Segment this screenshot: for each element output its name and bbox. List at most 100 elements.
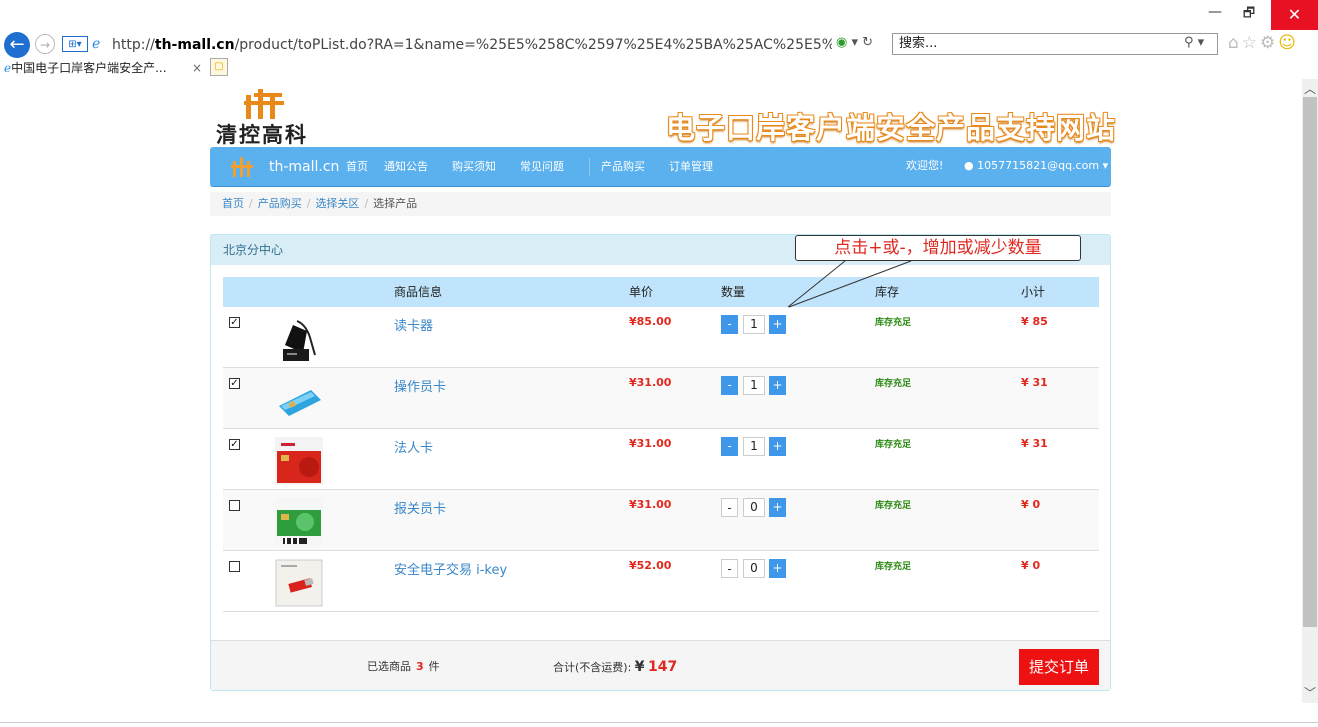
- decrease-button[interactable]: -: [721, 376, 738, 395]
- scrollbar-thumb[interactable]: [1303, 97, 1317, 627]
- compatibility-view-button[interactable]: ⊞▾: [62, 36, 88, 52]
- order-summary-bar: 已选商品 3 件 合计(不含运费): ¥ 147 提交订单: [211, 640, 1110, 690]
- url-scheme: http://: [112, 37, 155, 53]
- table-header: 商品信息 单价 数量 库存 小计: [223, 277, 1099, 307]
- product-name[interactable]: 操作员卡: [394, 376, 446, 395]
- customs-declarer-card-image: [275, 498, 323, 546]
- decrease-button[interactable]: -: [721, 437, 738, 456]
- ie-page-icon: ℯ: [92, 36, 101, 52]
- dropdown-icon[interactable]: ▾: [851, 35, 858, 50]
- header-quantity: 数量: [721, 285, 746, 299]
- selected-unit: 件: [428, 660, 440, 673]
- total-amount: 147: [648, 659, 678, 675]
- increase-button[interactable]: +: [769, 315, 786, 334]
- nav-brand[interactable]: th-mall.cn: [269, 147, 339, 187]
- address-tools[interactable]: ◉ ▾ ↻: [836, 35, 873, 50]
- nav-item-buy-products[interactable]: 产品购买: [601, 147, 645, 187]
- user-icon: ●: [964, 159, 974, 172]
- row-subtotal: ¥ 0: [1021, 498, 1041, 511]
- forward-arrow-icon: →: [39, 38, 51, 52]
- row-subtotal: ¥ 31: [1021, 437, 1048, 450]
- header-stock: 库存: [875, 285, 900, 299]
- increase-button[interactable]: +: [769, 559, 786, 578]
- table-row: 报关员卡 ¥31.00 - 0 + 库存充足 ¥ 0: [223, 490, 1099, 551]
- decrease-button[interactable]: -: [721, 559, 738, 578]
- row-checkbox[interactable]: [229, 500, 240, 511]
- nav-item-faq[interactable]: 常见问题: [520, 147, 564, 187]
- nav-item-orders[interactable]: 订单管理: [669, 147, 713, 187]
- unit-price: ¥85.00: [629, 315, 672, 328]
- unit-price: ¥52.00: [629, 559, 672, 572]
- currency-symbol: ¥: [634, 659, 645, 675]
- browser-chrome: — 🗗 ✕ ← → ⊞▾ ℯ http://th-mall.cn/product…: [0, 0, 1318, 79]
- row-checkbox[interactable]: ✓: [229, 317, 240, 328]
- product-name[interactable]: 报关员卡: [394, 498, 446, 517]
- toolbar-icons: ⌂☆⚙☺: [1228, 33, 1299, 53]
- table-row: ✓ 操作员卡 ¥31.00 - 1 + 库存充足 ¥ 31: [223, 368, 1099, 429]
- product-name[interactable]: 安全电子交易 i-key: [394, 559, 507, 578]
- navbar: th-mall.cn 首页 通知公告 购买须知 常见问题 产品购买 订单管理 欢…: [210, 147, 1111, 187]
- feedback-smiley-icon[interactable]: ☺: [1278, 33, 1299, 53]
- site-icon: ◉: [836, 35, 848, 50]
- tab-title: 中国电子口岸客户端安全产...: [11, 61, 167, 75]
- new-tab-button[interactable]: ▢: [210, 58, 228, 76]
- product-name[interactable]: 读卡器: [394, 315, 433, 334]
- restore-button[interactable]: 🗗: [1234, 4, 1264, 26]
- product-name[interactable]: 法人卡: [394, 437, 433, 456]
- legal-person-card-image: [275, 437, 323, 485]
- back-button[interactable]: ←: [4, 32, 30, 58]
- nav-item-purchase-notes[interactable]: 购买须知: [452, 147, 496, 187]
- vertical-scrollbar[interactable]: ︿ ﹀: [1302, 79, 1318, 703]
- site-logo[interactable]: 清控高科: [216, 85, 316, 147]
- row-checkbox[interactable]: [229, 561, 240, 572]
- breadcrumb: 首页 / 产品购买 / 选择关区 / 选择产品: [210, 192, 1111, 216]
- forward-button[interactable]: →: [35, 34, 55, 54]
- increase-button[interactable]: +: [769, 498, 786, 517]
- decrease-button[interactable]: -: [721, 498, 738, 517]
- home-icon[interactable]: ⌂: [1228, 33, 1242, 53]
- stock-status: 库存充足: [875, 562, 912, 572]
- checkmark-icon: ✓: [230, 378, 239, 389]
- breadcrumb-region[interactable]: 选择关区: [315, 197, 359, 210]
- header-subtotal: 小计: [1021, 285, 1046, 299]
- total-summary: 合计(不含运费): ¥ 147: [553, 641, 677, 694]
- bottom-divider: [0, 722, 1318, 723]
- submit-order-button[interactable]: 提交订单: [1019, 649, 1099, 685]
- refresh-icon[interactable]: ↻: [862, 35, 873, 50]
- quantity-input[interactable]: 1: [743, 315, 765, 334]
- breadcrumb-home[interactable]: 首页: [222, 197, 244, 210]
- favorites-star-icon[interactable]: ☆: [1242, 33, 1260, 53]
- close-window-button[interactable]: ✕: [1271, 0, 1318, 30]
- nav-item-home[interactable]: 首页: [346, 147, 368, 187]
- search-input[interactable]: 搜索...: [892, 33, 1218, 55]
- breadcrumb-separator: /: [306, 197, 311, 210]
- scroll-up-icon[interactable]: ︿: [1302, 81, 1318, 97]
- stock-status: 库存充足: [875, 379, 912, 389]
- search-icon[interactable]: ⚲ ▾: [1184, 35, 1204, 50]
- table-row: ✓ 读卡器 ¥85.00 - 1 + 库存充足 ¥ 85: [223, 307, 1099, 368]
- url-path: /product/toPList.do?RA=1&name=%25E5%258C…: [234, 37, 832, 53]
- quantity-input[interactable]: 0: [743, 498, 765, 517]
- quantity-input[interactable]: 0: [743, 559, 765, 578]
- increase-button[interactable]: +: [769, 376, 786, 395]
- stock-status: 库存充足: [875, 440, 912, 450]
- unit-price: ¥31.00: [629, 498, 672, 511]
- checkmark-icon: ✓: [230, 439, 239, 450]
- quantity-input[interactable]: 1: [743, 437, 765, 456]
- card-reader-image: [283, 320, 316, 361]
- tab-close-icon[interactable]: ×: [192, 57, 202, 79]
- row-checkbox[interactable]: ✓: [229, 378, 240, 389]
- breadcrumb-buy[interactable]: 产品购买: [258, 197, 302, 210]
- address-bar[interactable]: http://th-mall.cn/product/toPList.do?RA=…: [112, 34, 832, 56]
- increase-button[interactable]: +: [769, 437, 786, 456]
- table-row: ✓ 法人卡 ¥31.00 - 1 + 库存充足 ¥ 31: [223, 429, 1099, 490]
- scroll-down-icon[interactable]: ﹀: [1302, 685, 1318, 701]
- minimize-button[interactable]: —: [1200, 4, 1230, 20]
- quantity-input[interactable]: 1: [743, 376, 765, 395]
- browser-tab[interactable]: ℯ中国电子口岸客户端安全产... ×: [0, 57, 208, 79]
- decrease-button[interactable]: -: [721, 315, 738, 334]
- row-checkbox[interactable]: ✓: [229, 439, 240, 450]
- user-menu[interactable]: ● 1057715821@qq.com ▾: [964, 147, 1108, 185]
- nav-item-notices[interactable]: 通知公告: [384, 147, 428, 187]
- settings-gear-icon[interactable]: ⚙: [1260, 33, 1278, 53]
